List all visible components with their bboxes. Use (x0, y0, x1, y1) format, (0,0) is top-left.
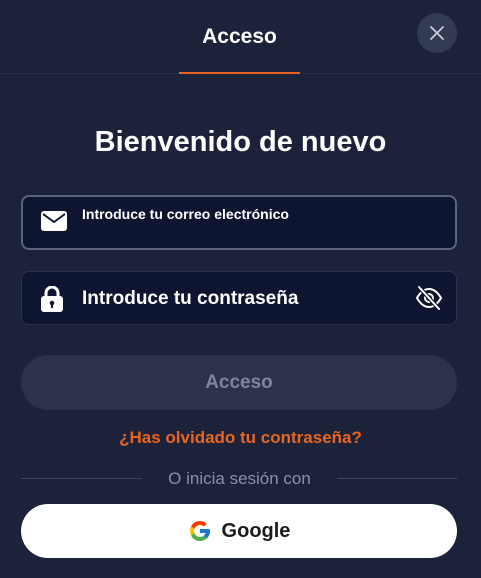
google-icon (188, 519, 212, 543)
google-button-label: Google (221, 519, 291, 542)
password-input[interactable] (82, 285, 402, 313)
close-button[interactable] (417, 13, 457, 53)
email-field[interactable] (21, 195, 457, 250)
close-icon (430, 26, 444, 40)
divider-left (21, 478, 142, 479)
eye-slash-icon (415, 286, 443, 310)
tab-acceso[interactable]: Acceso (179, 0, 300, 74)
modal-header: Acceso (0, 0, 481, 74)
login-modal: Acceso Bienvenido de nuevo Introduce tu … (0, 0, 481, 578)
divider-label: O inicia sesión con (168, 469, 311, 488)
active-tab-indicator (179, 72, 300, 74)
toggle-password-visibility-button[interactable] (414, 283, 444, 313)
forgot-password-link[interactable]: ¿Has olvidado tu contraseña? (0, 428, 481, 448)
login-submit-button[interactable]: Acceso (21, 355, 457, 410)
email-input[interactable] (82, 204, 442, 224)
envelope-icon (41, 210, 67, 232)
lock-icon (40, 285, 64, 313)
password-field[interactable] (21, 271, 457, 325)
divider-right (337, 478, 457, 479)
page-title: Bienvenido de nuevo (94, 126, 387, 158)
google-login-button[interactable]: Google (21, 504, 457, 558)
